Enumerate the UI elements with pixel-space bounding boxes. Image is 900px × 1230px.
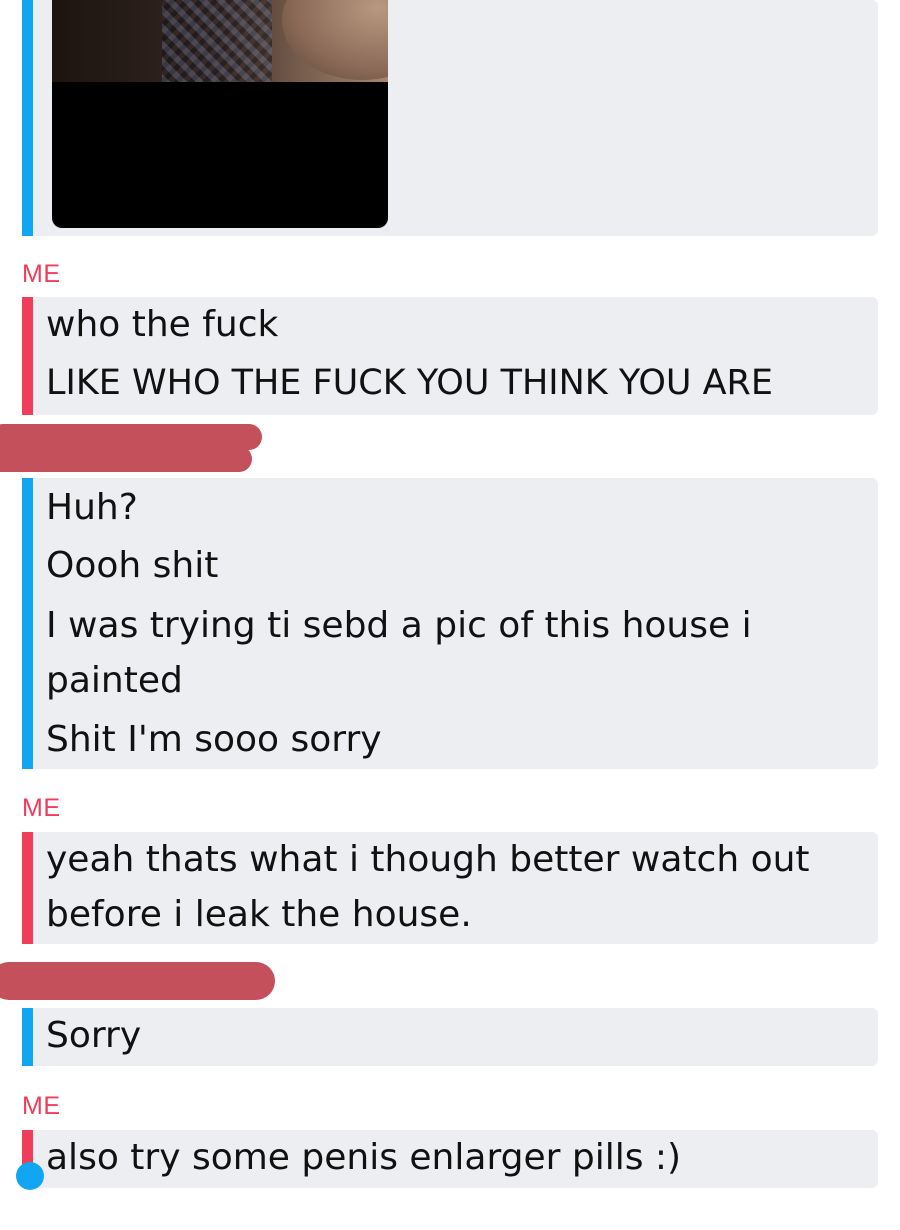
sender-indicator-bar — [22, 832, 33, 944]
message-block: who the fuck LIKE WHO THE FUCK YOU THINK… — [22, 297, 878, 415]
message-line: Oooh shit — [46, 545, 219, 586]
message-line: Sorry — [46, 1015, 142, 1056]
message-line: who the fuck — [46, 304, 279, 345]
sender-indicator-bar — [22, 297, 33, 415]
sender-indicator-bar — [22, 478, 33, 769]
message-line: painted — [46, 660, 183, 701]
message-block: Sorry — [22, 1008, 878, 1066]
sender-indicator-bar — [22, 0, 33, 236]
typing-indicator-icon — [16, 1162, 44, 1190]
redacted-sender-name — [0, 446, 252, 472]
message-line: LIKE WHO THE FUCK YOU THINK YOU ARE — [46, 363, 773, 403]
message-line: also try some penis enlarger pills :) — [46, 1137, 682, 1178]
sender-label: ME — [22, 1092, 61, 1120]
message-line: before i leak the house. — [46, 894, 472, 935]
message-line: yeah thats what i though better watch ou… — [46, 839, 810, 880]
sender-label: ME — [22, 260, 61, 288]
chat-thread: ME who the fuck LIKE WHO THE FUCK YOU TH… — [0, 0, 900, 1230]
redacted-sender-name — [0, 962, 275, 1000]
message-block: yeah thats what i though better watch ou… — [22, 832, 878, 944]
message-image-block — [22, 0, 878, 236]
message-block: Huh? Oooh shit I was trying ti sebd a pi… — [22, 478, 878, 769]
sender-label: ME — [22, 794, 61, 822]
sender-indicator-bar — [22, 1008, 33, 1066]
message-line: I was trying ti sebd a pic of this house… — [46, 605, 752, 646]
message-line: Shit I'm sooo sorry — [46, 719, 382, 760]
photo-attachment[interactable] — [52, 0, 388, 228]
message-line: Huh? — [46, 487, 138, 528]
message-block: also try some penis enlarger pills :) — [22, 1130, 878, 1188]
photo-fabric-pattern — [162, 0, 272, 82]
